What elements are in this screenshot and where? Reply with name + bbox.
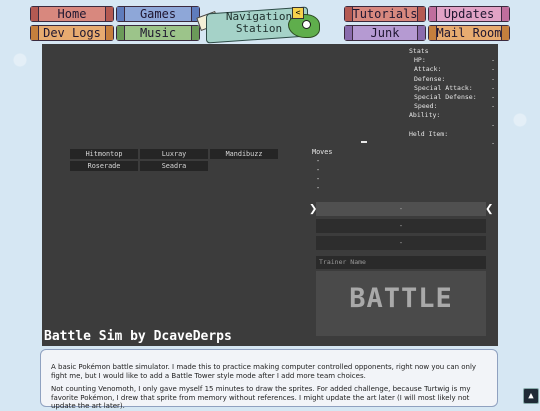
stats-panel: Stats HP: - Attack: - Defense: - Special At… (361, 47, 495, 148)
team-button-mandibuzz[interactable]: Mandibuzz (210, 149, 278, 159)
prev-arrow-icon[interactable]: ❮ (485, 202, 493, 216)
nav-music-label: Music (139, 26, 177, 40)
navigation-station-logo[interactable]: Navigation Station < (196, 4, 326, 44)
ability-label: Ability: (409, 111, 441, 120)
nav-updates-label: Updates (443, 7, 495, 21)
battle-button[interactable]: BATTLE (316, 271, 486, 336)
nav-games-button[interactable]: Games (116, 6, 200, 22)
scroll-top-icon[interactable]: ▲ (523, 388, 539, 404)
moves-panel: Moves - - - - (312, 148, 332, 193)
nav-tutorials-label: Tutorials (352, 7, 418, 21)
navigation-bar: Home Games Dev Logs Music Navigation Sta… (0, 0, 540, 44)
stat-row: Special Defense: - (414, 93, 495, 102)
held-item-value: - (491, 139, 495, 148)
nav-home-label: Home (57, 7, 87, 21)
team-button-luxray[interactable]: Luxray (140, 149, 208, 159)
selection-slot[interactable]: - (316, 236, 486, 250)
description-box: A basic Pokémon battle simulator. I made… (40, 349, 498, 410)
team-button-roserade[interactable]: Roserade (70, 161, 138, 171)
stat-row: Defense: - (414, 74, 495, 83)
nav-games-label: Games (139, 7, 177, 21)
trainer-name-input[interactable]: Trainer Name (316, 256, 486, 269)
nav-mailroom-label: Mail Room (436, 26, 502, 40)
nav-junk-button[interactable]: Junk (344, 25, 426, 41)
stat-row: Speed: - (414, 102, 495, 111)
ability-value: - (491, 120, 495, 129)
mascot-eye-icon (302, 20, 311, 29)
held-item-label: Held Item: (409, 129, 449, 138)
nav-tutorials-button[interactable]: Tutorials (344, 6, 426, 22)
selection-slot[interactable]: - (316, 219, 486, 233)
move-item[interactable]: - (312, 184, 332, 193)
nav-mailroom-button[interactable]: Mail Room (428, 25, 510, 41)
move-item[interactable]: - (312, 157, 332, 166)
move-item[interactable]: - (312, 166, 332, 175)
back-arrow-icon: < (292, 7, 304, 19)
move-item[interactable]: - (312, 175, 332, 184)
stat-row: HP: - (414, 56, 495, 65)
nav-music-button[interactable]: Music (116, 25, 200, 41)
stats-heading: Stats (409, 47, 429, 55)
description-paragraph: A basic Pokémon battle simulator. I made… (51, 363, 477, 380)
selection-slot[interactable]: - (316, 202, 486, 216)
cursor-marker (361, 141, 367, 143)
battle-label: BATTLE (349, 283, 453, 314)
nav-devlogs-button[interactable]: Dev Logs (30, 25, 114, 41)
nav-updates-button[interactable]: Updates (428, 6, 510, 22)
nav-junk-label: Junk (370, 26, 400, 40)
game-canvas[interactable]: Stats HP: - Attack: - Defense: - Special At… (42, 44, 498, 346)
stat-row: Special Attack: - (414, 83, 495, 92)
team-button-seadra[interactable]: Seadra (140, 161, 208, 171)
moves-heading: Moves (312, 148, 333, 156)
team-button-hitmontop[interactable]: Hitmontop (70, 149, 138, 159)
game-title: Battle Sim by DcaveDerps (44, 329, 232, 344)
nav-home-button[interactable]: Home (30, 6, 114, 22)
stat-row: Attack: - (414, 65, 495, 74)
description-paragraph: Not counting Venomoth, I only gave mysel… (51, 385, 471, 411)
nav-devlogs-label: Dev Logs (43, 26, 101, 40)
